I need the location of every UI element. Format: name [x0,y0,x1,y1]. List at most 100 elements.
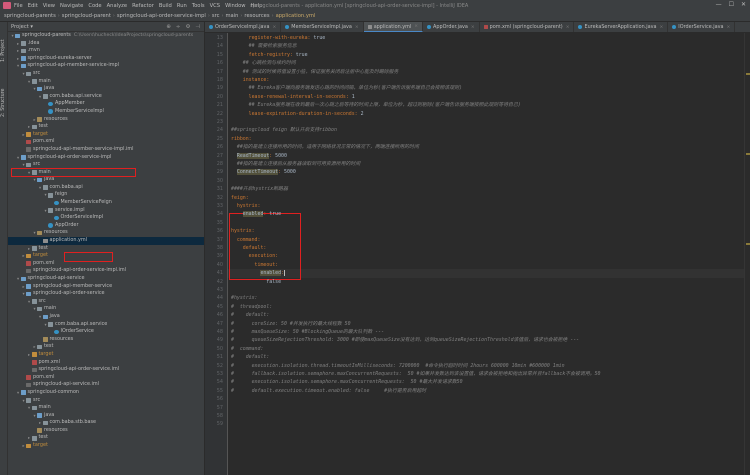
editor-tab[interactable]: IOrderService.java × [668,22,736,32]
tree-item[interactable]: ▾ src [8,70,204,78]
tree-item[interactable]: ▾ src [8,298,204,306]
expand-arrow-icon[interactable]: ▾ [16,389,21,397]
menu-item-view[interactable]: View [43,3,55,9]
close-tab-icon[interactable]: × [471,25,475,30]
tree-item[interactable]: ▾ com.baba.api [8,184,204,192]
menu-item-edit[interactable]: Edit [28,3,38,9]
tree-item[interactable]: OrderServiceImpl [8,214,204,222]
expand-arrow-icon[interactable]: ▾ [16,62,21,70]
tree-item[interactable]: ▸ test [8,434,204,442]
tree-item[interactable]: ▸ resources [8,116,204,124]
tree-item[interactable]: ▾ springcloud-api-service [8,275,204,283]
tree-item[interactable]: springcloud-api-order-service-impl.iml [8,267,204,275]
tree-item[interactable]: ▾ springcloud-api-order-service-impl [8,154,204,162]
breadcrumb-item[interactable]: resources [244,13,269,19]
breadcrumb-item[interactable]: springcloud-api-order-service-impl [117,13,206,19]
menu-item-tools[interactable]: Tools [192,3,205,9]
expand-arrow-icon[interactable]: ▸ [38,419,43,427]
close-tab-icon[interactable]: × [727,25,731,30]
editor-tab[interactable]: AppOrder.java × [423,22,480,32]
tree-item[interactable]: ▾ java [8,176,204,184]
tree-item[interactable]: MemberServiceFeign [8,199,204,207]
breadcrumb-item[interactable]: springcloud-parent [62,13,111,19]
expand-arrow-icon[interactable]: ▾ [16,275,21,283]
tree-item[interactable]: application.yml [8,237,204,245]
tree-item[interactable]: ▾ springcloud-common [8,389,204,397]
tree-item[interactable]: springcloud-api-member-service-impl.iml [8,146,204,154]
project-view-selector[interactable]: Project ▾ [11,24,33,30]
tree-item[interactable]: ▾ com.baba.api.service [8,321,204,329]
menu-item-file[interactable]: File [14,3,23,9]
menu-item-analyze[interactable]: Analyze [107,3,127,9]
maximize-icon[interactable]: ☐ [729,1,734,8]
close-tab-icon[interactable]: × [566,25,570,30]
menu-item-build[interactable]: Build [159,3,172,9]
tree-item[interactable]: ▾ java [8,313,204,321]
editor-tab[interactable]: MemberServiceImpl.java × [281,22,364,32]
breadcrumb-item[interactable]: springcloud-parents [4,13,56,19]
expand-arrow-icon[interactable]: ▸ [27,434,32,442]
expand-arrow-icon[interactable]: ▸ [27,245,32,253]
tree-item[interactable]: ▾ main [8,305,204,313]
tree-item[interactable]: resources [8,336,204,344]
expand-arrow-icon[interactable]: ▾ [38,93,43,101]
expand-arrow-icon[interactable]: ▸ [16,40,21,48]
expand-arrow-icon[interactable]: ▸ [27,351,32,359]
tree-item[interactable]: springcloud-api-service.iml [8,381,204,389]
tree-item[interactable]: ▸ springcloud-api-member-service [8,283,204,291]
tree-item[interactable]: AppMember [8,100,204,108]
tree-item[interactable]: ▾ java [8,412,204,420]
gear-icon[interactable]: ⚙ [185,24,190,30]
locate-icon[interactable]: ⊕ [166,24,171,30]
tree-item[interactable]: pom.xml [8,359,204,367]
tree-item[interactable]: ▾ service.impl [8,207,204,215]
editor-tab[interactable]: OrderServiceImpl.java × [205,22,282,32]
tree-item[interactable]: pom.xml [8,374,204,382]
hide-icon[interactable]: ⊣ [195,24,200,30]
menu-item-code[interactable]: Code [88,3,101,9]
close-tab-icon[interactable]: × [355,25,359,30]
expand-arrow-icon[interactable]: ▸ [16,47,21,55]
tree-item[interactable]: ▸ .idea [8,40,204,48]
tree-item[interactable]: ▸ springcloud-eureka-server [8,55,204,63]
minimize-icon[interactable]: — [716,1,722,8]
breadcrumb-item[interactable]: main [225,13,238,19]
expand-arrow-icon[interactable]: ▾ [16,154,21,162]
breadcrumb-item[interactable]: src [212,13,220,19]
tree-item[interactable]: IOrderService [8,328,204,336]
tree-item[interactable]: ▸ .mvn [8,47,204,55]
close-tab-icon[interactable]: × [660,25,664,30]
expand-arrow-icon[interactable]: ▸ [16,55,21,63]
editor-scrollbar[interactable] [744,33,750,475]
editor-tab[interactable]: application.yml × [363,22,424,32]
menu-item-window[interactable]: Window [225,3,245,9]
close-tab-icon[interactable]: × [414,24,418,29]
structure-tool-tab[interactable]: 2: Structure [1,88,6,117]
tree-item[interactable]: ▸ com.baba.stb.base [8,419,204,427]
tree-item[interactable]: springcloud-api-order-service.iml [8,366,204,374]
tree-item[interactable]: pom.xml [8,138,204,146]
menu-item-navigate[interactable]: Navigate [60,3,83,9]
menu-item-run[interactable]: Run [177,3,187,9]
close-tab-icon[interactable]: × [272,25,276,30]
tree-item[interactable]: resources [8,427,204,435]
expand-arrow-icon[interactable]: ▸ [27,123,32,131]
code-editor[interactable]: register-with-eureka: true ## 需要检索服务信息 f… [228,33,750,475]
expand-arrow-icon[interactable]: ▾ [38,184,43,192]
tree-item[interactable]: ▾ main [8,404,204,412]
menu-item-refactor[interactable]: Refactor [132,3,154,9]
tree-item[interactable]: MemberServiceImpl [8,108,204,116]
editor-tab[interactable]: EurekaServerApplication.java × [574,22,669,32]
tree-item[interactable]: ▸ target [8,442,204,450]
tree-item[interactable]: ▸ target [8,351,204,359]
tree-item[interactable]: ▾ resources [8,229,204,237]
tree-item[interactable]: ▾ java [8,85,204,93]
tree-item[interactable]: ▸ test [8,343,204,351]
expand-arrow-icon[interactable]: ▾ [27,298,32,306]
collapse-icon[interactable]: ÷ [176,24,181,30]
menu-item-vcs[interactable]: VCS [210,3,220,9]
tree-item[interactable]: ▾ src [8,397,204,405]
editor-tab[interactable]: pom.xml (springcloud-parent) × [480,22,575,32]
tree-item[interactable]: ▾ springcloud-parents C:\Users\hucheck\Ide… [8,32,204,40]
tree-item[interactable]: AppOrder [8,222,204,230]
